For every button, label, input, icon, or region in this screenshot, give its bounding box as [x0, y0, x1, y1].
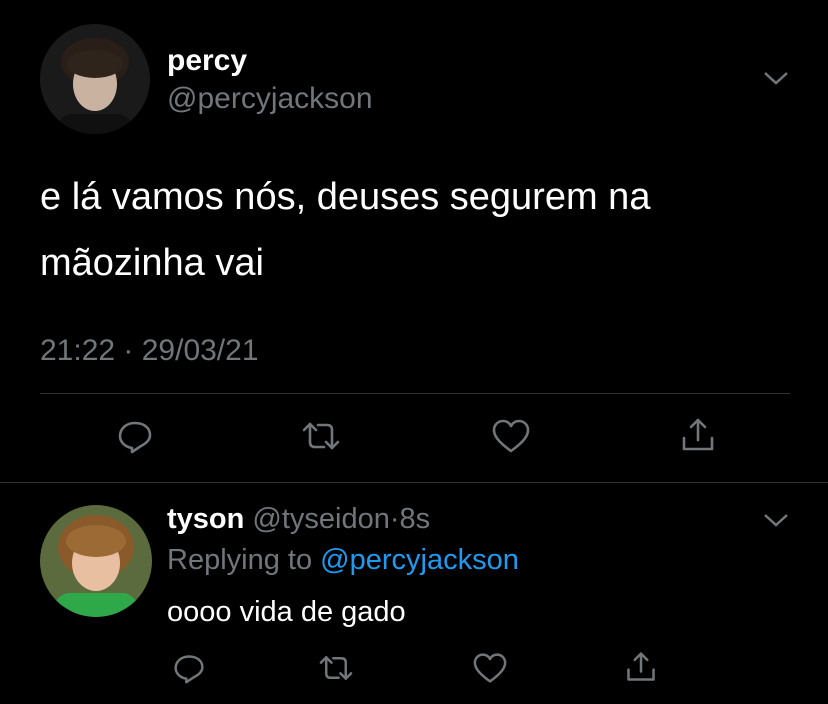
main-tweet-text-line-2: mãozinha vai: [40, 242, 264, 284]
divider: [0, 482, 828, 483]
retweet-icon[interactable]: [317, 652, 355, 684]
main-tweet-avatar[interactable]: [40, 24, 150, 134]
main-tweet-timestamp[interactable]: 21:22 · 29/03/21: [40, 334, 259, 368]
replying-to-prefix: Replying to: [167, 544, 313, 576]
like-icon[interactable]: [472, 652, 508, 684]
main-tweet-text-line-1: e lá vamos nós, deuses segurem na: [40, 176, 651, 218]
retweet-icon[interactable]: [300, 418, 342, 454]
main-tweet-display-name[interactable]: percy: [167, 44, 247, 78]
share-icon[interactable]: [679, 416, 717, 454]
reply-icon[interactable]: [173, 652, 205, 684]
replying-to-handle[interactable]: @percyjackson: [320, 544, 519, 576]
main-tweet-handle[interactable]: @percyjackson: [167, 82, 373, 116]
reply-tweet-separator: ·: [389, 503, 400, 535]
reply-tweet-replying-to: Replying to @percyjackson: [167, 544, 519, 577]
reply-tweet-header: tyson @tyseidon·8s: [167, 503, 430, 536]
reply-tweet-handle[interactable]: @tyseidon: [252, 503, 389, 535]
chevron-down-icon[interactable]: [762, 510, 790, 530]
reply-tweet-text: oooo vida de gado: [167, 596, 406, 628]
reply-tweet-age[interactable]: 8s: [400, 503, 431, 535]
like-icon[interactable]: [491, 418, 531, 454]
reply-tweet-display-name[interactable]: tyson: [167, 503, 244, 535]
reply-icon[interactable]: [117, 418, 153, 454]
share-icon[interactable]: [624, 650, 658, 684]
reply-tweet-avatar[interactable]: [40, 505, 152, 617]
divider: [40, 393, 790, 394]
chevron-down-icon[interactable]: [762, 68, 790, 88]
